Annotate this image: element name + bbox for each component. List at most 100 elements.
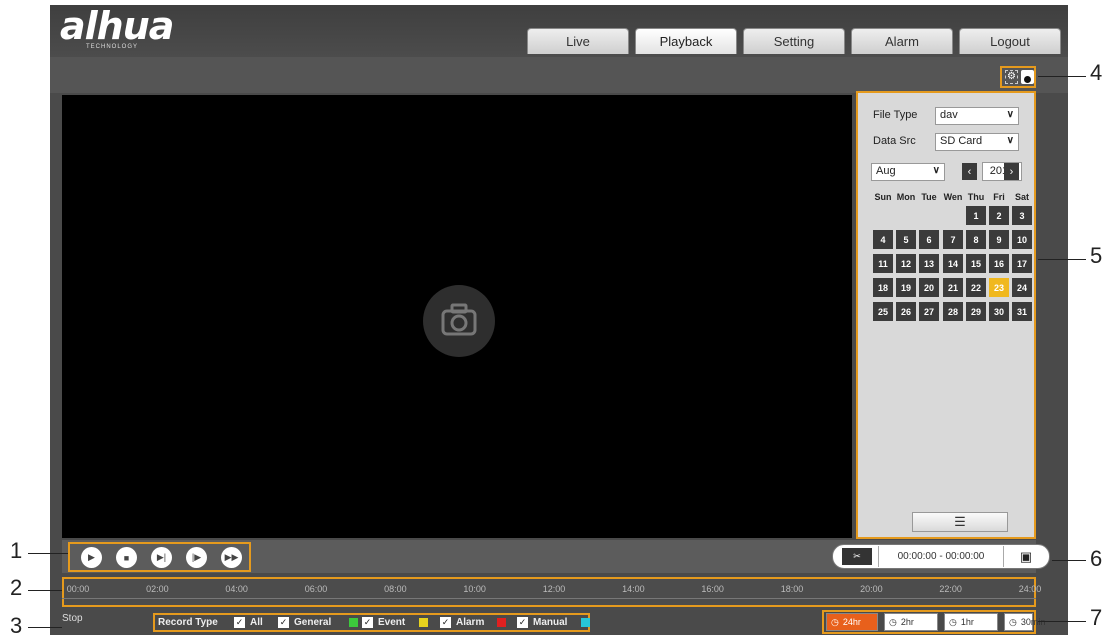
save-icon[interactable]: ▣ bbox=[1013, 548, 1039, 565]
tab-live[interactable]: Live bbox=[527, 28, 629, 54]
zoom-button-24hr[interactable]: ◷ 24hr bbox=[826, 613, 878, 631]
callout-4: 4 bbox=[1090, 60, 1103, 85]
fast-icon[interactable]: ▶▶ bbox=[221, 547, 242, 568]
calendar-day[interactable]: 3 bbox=[1012, 206, 1032, 225]
record-type-checkbox[interactable]: ✓ bbox=[440, 617, 451, 628]
calendar-day[interactable]: 5 bbox=[896, 230, 916, 249]
next-frame-icon[interactable]: ▶| bbox=[151, 547, 172, 568]
calendar-day[interactable]: 20 bbox=[919, 278, 939, 297]
callout-3: 3 bbox=[10, 613, 23, 638]
data-src-select[interactable]: SD Card ∨ bbox=[935, 133, 1019, 151]
timeline-tick-label: 20:00 bbox=[860, 584, 883, 594]
chevron-down-icon: ∨ bbox=[1006, 109, 1014, 120]
clock-icon: ◷ bbox=[1009, 616, 1017, 627]
calendar-day[interactable]: 6 bbox=[919, 230, 939, 249]
clock-icon: ◷ bbox=[831, 616, 839, 627]
record-type-option-label: General bbox=[294, 617, 332, 628]
calendar-day[interactable]: 23 bbox=[989, 278, 1009, 297]
calendar-day[interactable]: 24 bbox=[1012, 278, 1032, 297]
calendar-day[interactable]: 16 bbox=[989, 254, 1009, 273]
tab-setting[interactable]: Setting bbox=[743, 28, 845, 54]
weekday-header: Tue bbox=[921, 192, 937, 202]
zoom-label: 1hr bbox=[960, 617, 974, 627]
calendar-day[interactable]: 8 bbox=[966, 230, 986, 249]
calendar-day[interactable]: 11 bbox=[873, 254, 893, 273]
calendar-day[interactable]: 30 bbox=[989, 302, 1009, 321]
brand-logo: alhua bbox=[60, 4, 174, 48]
calendar-day[interactable]: 31 bbox=[1012, 302, 1032, 321]
record-type-checkbox[interactable]: ✓ bbox=[278, 617, 289, 628]
calendar-day[interactable]: 4 bbox=[873, 230, 893, 249]
calendar-day[interactable]: 14 bbox=[943, 254, 963, 273]
calendar-day[interactable]: 17 bbox=[1012, 254, 1032, 273]
calendar-day[interactable]: 21 bbox=[943, 278, 963, 297]
play-icon[interactable]: ▶ bbox=[81, 547, 102, 568]
callout-2: 2 bbox=[10, 575, 23, 600]
calendar-day[interactable]: 28 bbox=[943, 302, 963, 321]
record-type-color-swatch bbox=[419, 618, 428, 627]
calendar-day[interactable]: 19 bbox=[896, 278, 916, 297]
calendar-day[interactable]: 25 bbox=[873, 302, 893, 321]
callout-line bbox=[28, 553, 68, 554]
callout-line bbox=[28, 590, 62, 591]
record-type-checkbox[interactable]: ✓ bbox=[234, 617, 245, 628]
next-year-button[interactable]: › bbox=[1004, 163, 1019, 180]
stop-icon[interactable]: ■ bbox=[116, 547, 137, 568]
zoom-button-2hr[interactable]: ◷ 2hr bbox=[884, 613, 938, 631]
slow-icon[interactable]: |▶ bbox=[186, 547, 207, 568]
chevron-down-icon: ∨ bbox=[932, 165, 940, 176]
calendar-day[interactable]: 29 bbox=[966, 302, 986, 321]
callout-6: 6 bbox=[1090, 546, 1103, 571]
record-type-option-label: Event bbox=[378, 617, 406, 628]
settings-icon[interactable]: ⚙ bbox=[1005, 70, 1018, 84]
calendar-day[interactable]: 27 bbox=[919, 302, 939, 321]
timeline-tick-label: 02:00 bbox=[146, 584, 169, 594]
calendar-day[interactable]: 22 bbox=[966, 278, 986, 297]
calendar-day[interactable]: 10 bbox=[1012, 230, 1032, 249]
file-list-button[interactable]: ☰ bbox=[912, 512, 1008, 532]
zoom-button-1hr[interactable]: ◷ 1hr bbox=[944, 613, 998, 631]
clip-icon[interactable]: ✂ bbox=[842, 548, 872, 565]
calendar-day[interactable]: 1 bbox=[966, 206, 986, 225]
callout-line bbox=[1038, 76, 1086, 77]
month-value: Aug bbox=[876, 165, 896, 177]
status-text: Stop bbox=[62, 613, 83, 624]
callout-line bbox=[28, 627, 62, 628]
weekday-header: Sat bbox=[1014, 192, 1029, 202]
calendar-day[interactable]: 26 bbox=[896, 302, 916, 321]
month-select[interactable]: Aug ∨ bbox=[871, 163, 945, 181]
calendar-day[interactable]: 12 bbox=[896, 254, 916, 273]
callout-line bbox=[1038, 259, 1086, 260]
callout-5: 5 bbox=[1090, 243, 1103, 268]
timeline-tick-label: 22:00 bbox=[939, 584, 962, 594]
data-src-value: SD Card bbox=[940, 135, 983, 147]
zoom-button-30min[interactable]: ◷ 30min bbox=[1004, 613, 1045, 631]
tab-alarm[interactable]: Alarm bbox=[851, 28, 953, 54]
calendar-day[interactable]: 15 bbox=[966, 254, 986, 273]
timeline-tick-label: 18:00 bbox=[780, 584, 804, 594]
timeline-tick-label: 14:00 bbox=[622, 584, 645, 594]
record-icon[interactable] bbox=[1021, 70, 1034, 84]
record-type-checkbox[interactable]: ✓ bbox=[517, 617, 528, 628]
list-icon: ☰ bbox=[954, 514, 966, 529]
record-type-checkbox[interactable]: ✓ bbox=[362, 617, 373, 628]
prev-year-button[interactable]: ‹ bbox=[962, 163, 977, 180]
weekday-header: Fri bbox=[993, 192, 1005, 202]
calendar-day[interactable]: 9 bbox=[989, 230, 1009, 249]
sub-bar bbox=[50, 57, 1068, 93]
file-type-select[interactable]: dav ∨ bbox=[935, 107, 1019, 125]
tab-playback[interactable]: Playback bbox=[635, 28, 737, 54]
calendar-day[interactable]: 2 bbox=[989, 206, 1009, 225]
calendar-day[interactable]: 18 bbox=[873, 278, 893, 297]
record-type-option-label: Alarm bbox=[456, 617, 485, 628]
weekday-header: Mon bbox=[896, 192, 916, 202]
record-type-color-swatch bbox=[581, 618, 590, 627]
timeline-tick-label: 16:00 bbox=[701, 584, 724, 594]
tab-logout[interactable]: Logout bbox=[959, 28, 1061, 54]
zoom-label: 24hr bbox=[842, 617, 861, 627]
calendar-day[interactable]: 13 bbox=[919, 254, 939, 273]
weekday-header: Wen bbox=[943, 192, 963, 202]
file-type-value: dav bbox=[940, 109, 958, 121]
record-type-color-swatch bbox=[349, 618, 358, 627]
calendar-day[interactable]: 7 bbox=[943, 230, 963, 249]
